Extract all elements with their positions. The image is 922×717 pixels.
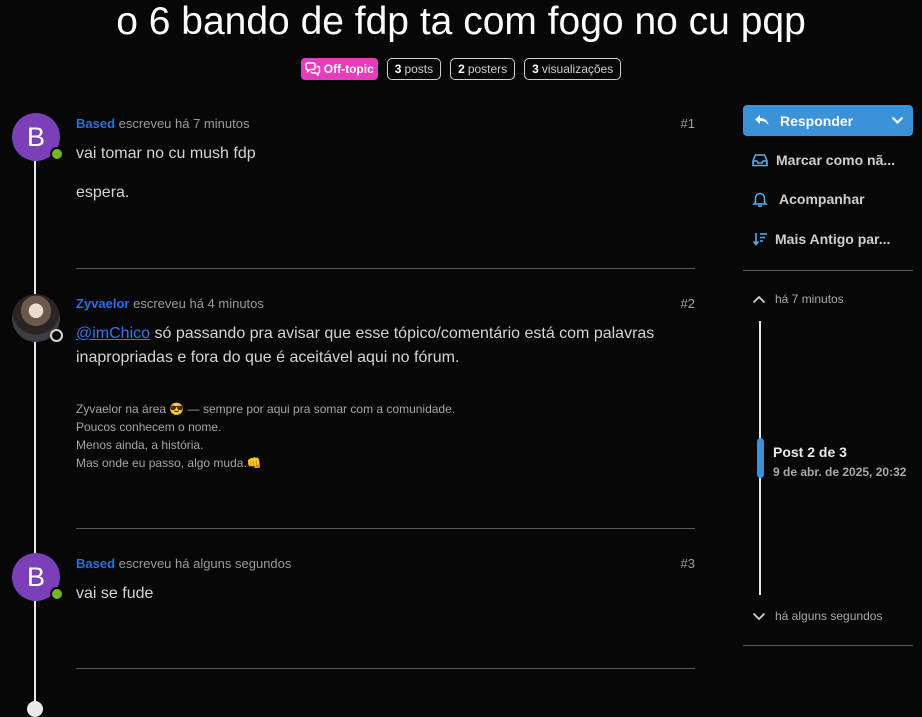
post-header: Based escreveu há alguns segundos #3 xyxy=(76,556,695,574)
online-status-dot xyxy=(50,587,64,601)
timeline-start-link[interactable]: há 7 minutos xyxy=(752,292,844,306)
bell-icon xyxy=(752,192,768,207)
chevron-down-icon[interactable] xyxy=(891,116,904,125)
timeline-position-date: 9 de abr. de 2025, 20:32 xyxy=(773,465,907,479)
post-timestamp: escreveu há alguns segundos xyxy=(118,556,292,571)
sidebar-divider xyxy=(743,270,913,271)
chevron-down-icon xyxy=(752,612,766,620)
post-number[interactable]: #2 xyxy=(681,296,695,311)
post-body: @imChico só passando pra avisar que esse… xyxy=(76,322,695,472)
post-header: Zyvaelor escreveu há 4 minutos #2 xyxy=(76,296,695,314)
user-mention-link[interactable]: @imChico xyxy=(76,325,150,342)
comments-icon xyxy=(305,62,320,76)
category-badge[interactable]: Off-topic xyxy=(300,58,378,80)
online-status-dot xyxy=(50,147,64,161)
post-number[interactable]: #1 xyxy=(681,116,695,131)
chevron-up-icon xyxy=(752,295,766,303)
post-divider xyxy=(76,268,695,269)
post-stream-line xyxy=(34,150,36,708)
watch-topic-button[interactable]: Acompanhar xyxy=(752,189,865,209)
post-body: vai se fude xyxy=(76,585,154,602)
timeline-handle[interactable] xyxy=(757,438,764,478)
post-username[interactable]: Zyvaelor xyxy=(76,296,129,311)
avatar[interactable] xyxy=(12,294,63,342)
timeline-end-link[interactable]: há alguns segundos xyxy=(752,609,882,623)
mark-unread-button[interactable]: Marcar como nã... xyxy=(752,150,895,170)
topic-meta: Off-topic 3 posts 2 posters 3 visualizações xyxy=(0,58,922,80)
post-username[interactable]: Based xyxy=(76,116,115,131)
avatar[interactable]: B xyxy=(12,553,64,601)
sort-order-button[interactable]: Mais Antigo par... xyxy=(752,229,890,249)
sort-icon xyxy=(752,233,767,246)
sidebar-divider xyxy=(743,645,913,646)
user-signature: Zyvaelor na área 😎 — sempre por aqui pra… xyxy=(76,402,456,470)
category-label: Off-topic xyxy=(323,62,374,76)
timeline-position: Post 2 de 3 xyxy=(773,444,847,460)
post-divider xyxy=(76,528,695,529)
post-timestamp: escreveu há 4 minutos xyxy=(133,296,264,311)
inbox-icon xyxy=(752,154,768,167)
stat-views: 3 visualizações xyxy=(524,58,622,80)
post-timestamp: escreveu há 7 minutos xyxy=(118,116,250,131)
post-body: vai tomar no cu mush fdp espera. xyxy=(76,145,256,201)
reply-icon xyxy=(755,114,769,125)
post-stream-end xyxy=(27,701,43,717)
stat-posters: 2 posters xyxy=(450,58,516,80)
reply-button[interactable]: Responder xyxy=(743,105,913,136)
post-number[interactable]: #3 xyxy=(681,556,695,571)
reply-label: Responder xyxy=(780,112,854,129)
post-username[interactable]: Based xyxy=(76,556,115,571)
topic-title: o 6 bando de fdp ta com fogo no cu pqp xyxy=(116,0,806,43)
post-header: Based escreveu há 7 minutos #1 xyxy=(76,116,695,134)
avatar[interactable]: B xyxy=(12,113,64,161)
stat-posts: 3 posts xyxy=(386,58,442,80)
post-divider xyxy=(76,668,695,669)
offline-status-dot xyxy=(50,329,63,342)
